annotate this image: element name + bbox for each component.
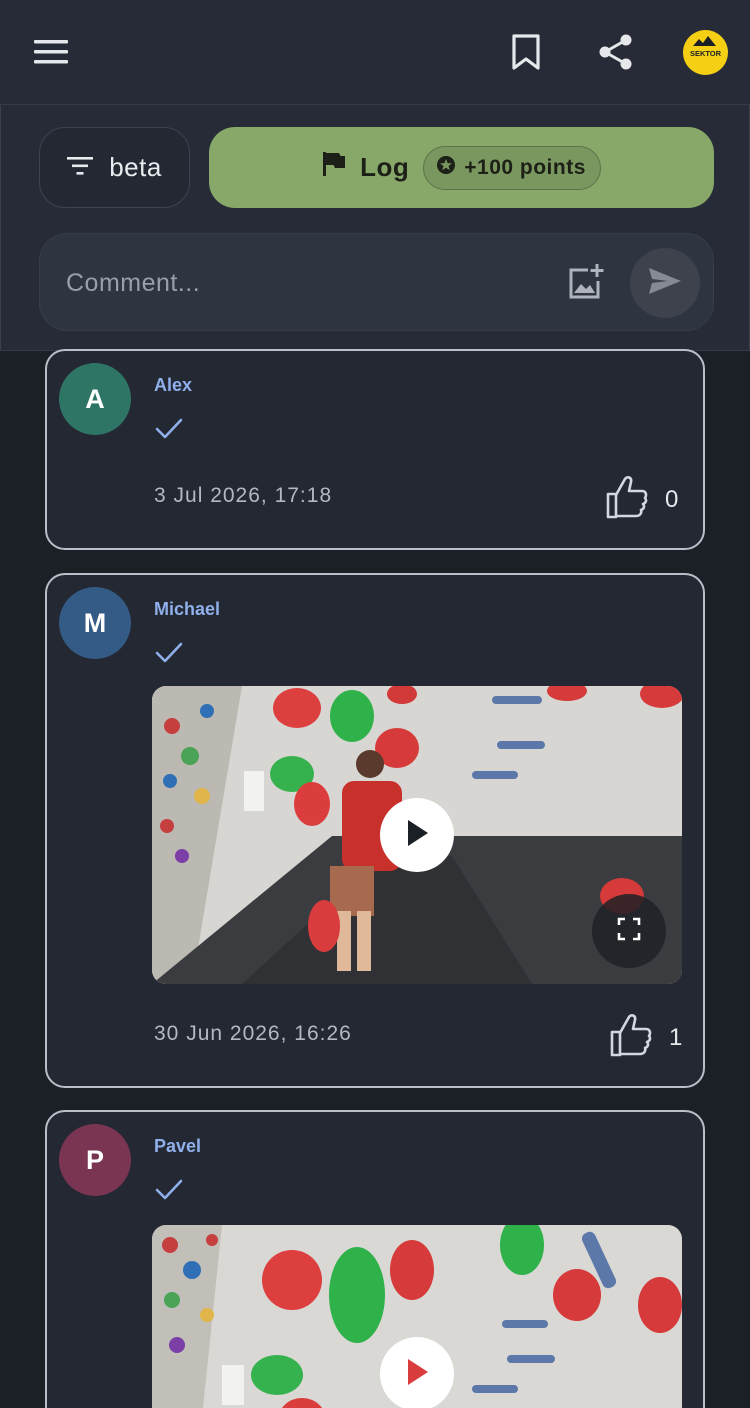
profile-logo[interactable]: SEKTOR bbox=[683, 30, 728, 75]
like-button[interactable]: 0 bbox=[605, 474, 678, 525]
send-button[interactable] bbox=[630, 248, 700, 318]
video-player[interactable] bbox=[152, 1225, 682, 1408]
top-app-bar: SEKTOR bbox=[0, 0, 750, 105]
log-label: Log bbox=[360, 152, 410, 182]
timestamp: 30 Jun 2026, 16:26 bbox=[154, 1022, 352, 1045]
post-card: M Michael 30 Jun 2026, 16:26 1 bbox=[45, 573, 705, 1088]
play-button[interactable] bbox=[380, 1337, 454, 1408]
log-button[interactable]: Log +100 points bbox=[209, 127, 714, 208]
thumbs-up-icon bbox=[605, 474, 649, 525]
check-icon bbox=[154, 1178, 184, 1202]
points-badge: +100 points bbox=[423, 145, 601, 190]
username[interactable]: Alex bbox=[154, 375, 192, 396]
menu-icon[interactable] bbox=[30, 30, 74, 74]
username[interactable]: Pavel bbox=[154, 1136, 201, 1157]
video-player[interactable] bbox=[152, 686, 682, 984]
flag-icon bbox=[322, 151, 346, 184]
username[interactable]: Michael bbox=[154, 599, 220, 620]
avatar[interactable]: P bbox=[59, 1124, 131, 1196]
timestamp: 3 Jul 2026, 17:18 bbox=[154, 484, 333, 507]
play-icon bbox=[404, 818, 430, 853]
like-count: 0 bbox=[665, 485, 679, 513]
add-image-icon[interactable] bbox=[566, 262, 606, 302]
bookmark-icon[interactable] bbox=[504, 30, 548, 74]
like-count: 1 bbox=[669, 1023, 683, 1051]
comment-box bbox=[39, 233, 714, 331]
points-label: +100 points bbox=[464, 155, 586, 179]
fullscreen-button[interactable] bbox=[592, 894, 666, 968]
send-icon bbox=[648, 267, 682, 300]
actions-panel: beta Log +100 points bbox=[0, 105, 750, 351]
post-card: P Pavel bbox=[45, 1110, 705, 1408]
comment-input[interactable] bbox=[66, 256, 536, 310]
avatar[interactable]: M bbox=[59, 587, 131, 659]
check-icon bbox=[154, 417, 184, 441]
avatar[interactable]: A bbox=[59, 363, 131, 435]
like-button[interactable]: 1 bbox=[609, 1012, 682, 1063]
post-card: A Alex 3 Jul 2026, 17:18 0 bbox=[45, 349, 705, 550]
play-button[interactable] bbox=[380, 798, 454, 872]
check-icon bbox=[154, 641, 184, 665]
filter-icon bbox=[67, 152, 94, 183]
fullscreen-icon bbox=[617, 917, 641, 946]
filter-label: beta bbox=[109, 152, 162, 182]
play-icon bbox=[404, 1357, 430, 1392]
svg-text:SEKTOR: SEKTOR bbox=[690, 49, 722, 58]
filter-button[interactable]: beta bbox=[39, 127, 190, 208]
share-icon[interactable] bbox=[594, 30, 638, 74]
thumbs-up-icon bbox=[609, 1012, 653, 1063]
points-icon bbox=[436, 155, 456, 181]
